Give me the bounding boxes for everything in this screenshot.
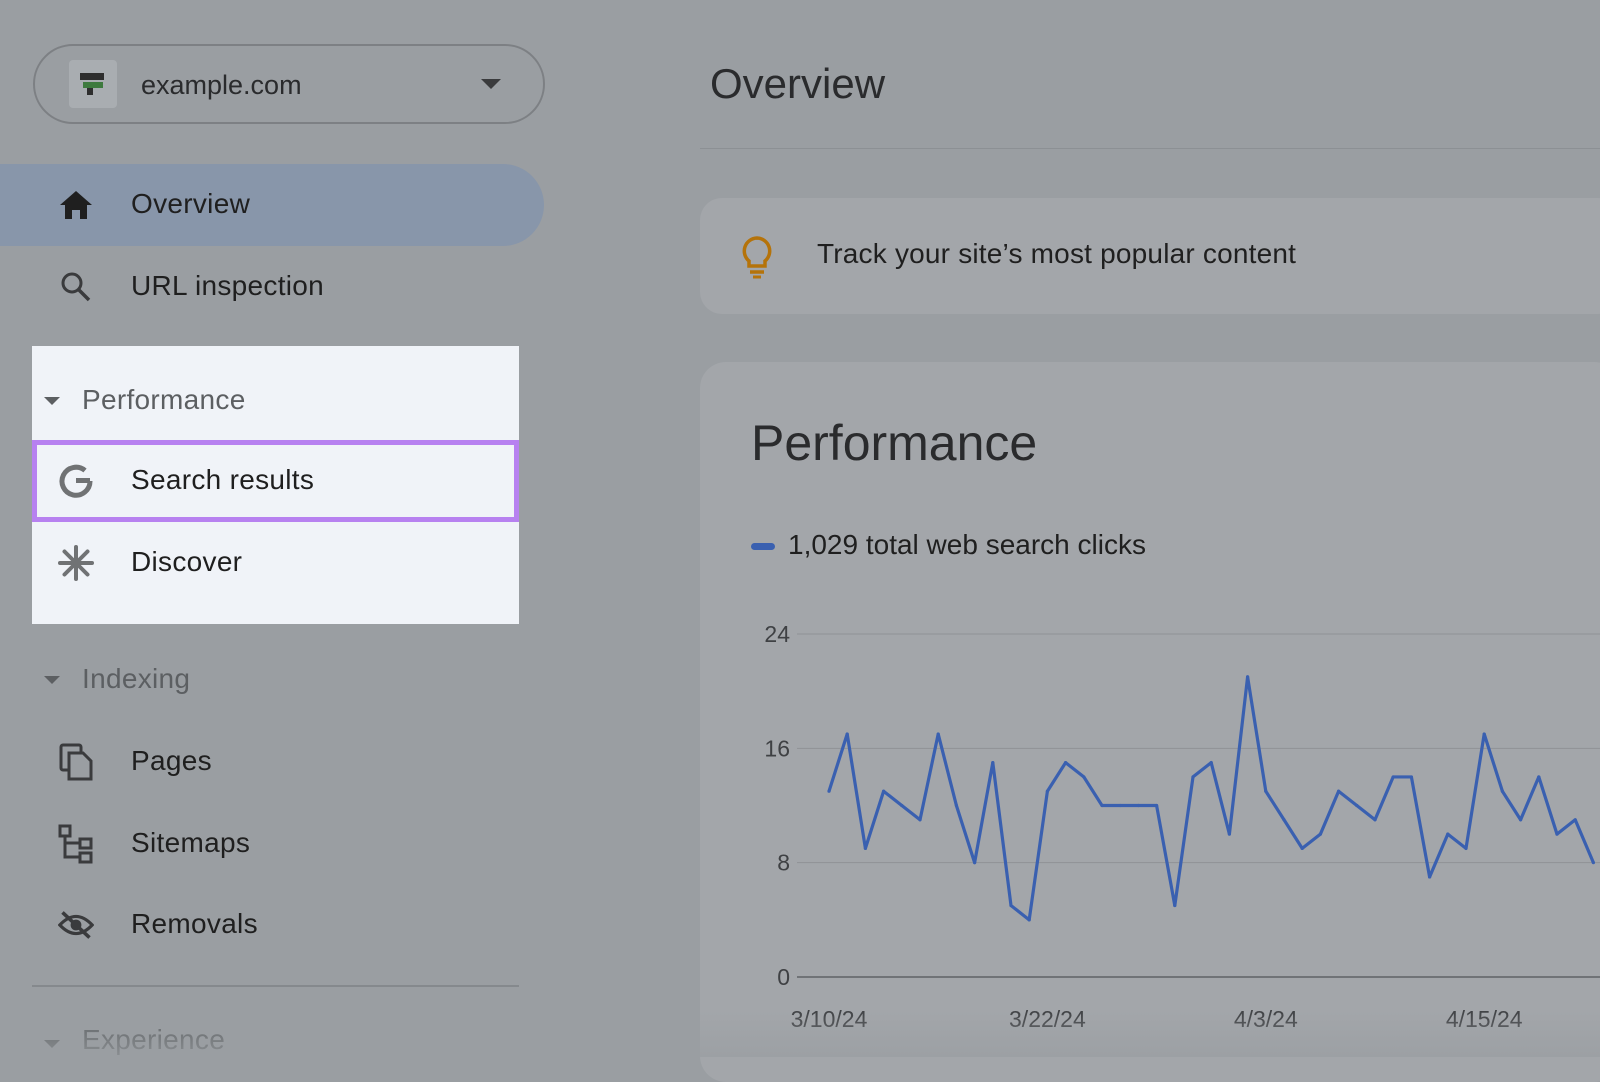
nav-item-search-results[interactable]: Search results (32, 440, 519, 522)
data-point[interactable] (1209, 761, 1213, 765)
data-point[interactable] (1482, 732, 1486, 736)
data-point[interactable] (991, 761, 995, 765)
data-point[interactable] (1246, 675, 1250, 679)
data-point[interactable] (1100, 803, 1104, 808)
section-header-performance[interactable]: Performance (82, 384, 246, 416)
nav-item-label: Removals (131, 908, 258, 939)
nav-item-label: Overview (131, 188, 251, 219)
data-point[interactable] (1064, 761, 1068, 765)
data-point[interactable] (1500, 789, 1504, 793)
lightbulb-icon (740, 235, 774, 284)
nav-item-overview[interactable]: Overview (0, 164, 544, 246)
series-line-clicks[interactable] (827, 675, 1595, 922)
home-icon (58, 187, 94, 223)
tip-text: Track your site’s most popular content (817, 238, 1297, 269)
y-tick-label: 8 (777, 850, 790, 876)
data-point[interactable] (936, 732, 940, 736)
data-point[interactable] (1136, 803, 1140, 808)
collapse-caret-icon[interactable] (44, 397, 60, 405)
nav-item-label: Sitemaps (131, 827, 251, 858)
data-point[interactable] (1337, 789, 1341, 793)
nav-item-pages[interactable]: Pages (0, 721, 544, 803)
collapse-caret-icon[interactable] (44, 1040, 60, 1048)
data-point[interactable] (1573, 818, 1577, 822)
nav-item-label: Discover (131, 546, 243, 577)
nav-item-label: Pages (131, 745, 212, 776)
data-point[interactable] (1264, 789, 1268, 793)
data-point[interactable] (1409, 775, 1413, 779)
section-header-experience[interactable]: Experience (82, 1024, 225, 1056)
data-point[interactable] (1282, 818, 1286, 822)
y-tick-label: 0 (777, 964, 790, 990)
header-divider (700, 148, 1600, 149)
performance-title: Performance (751, 415, 1038, 471)
y-tick-label: 24 (764, 621, 790, 647)
search-icon (58, 269, 94, 305)
data-point[interactable] (1555, 832, 1559, 836)
legend-swatch (751, 543, 775, 550)
nav-divider (32, 985, 519, 987)
data-point[interactable] (973, 861, 977, 865)
legend-label[interactable]: 1,029 total web search clicks (788, 529, 1146, 561)
nav-item-sitemaps[interactable]: Sitemaps (0, 803, 544, 885)
nav-item-url-inspection[interactable]: URL inspection (0, 246, 544, 328)
x-tick-label: 4/3/24 (1234, 1006, 1298, 1032)
google-g-icon (58, 463, 94, 499)
nav-item-label: URL inspection (131, 270, 325, 301)
data-point[interactable] (1391, 775, 1395, 779)
data-point[interactable] (1082, 775, 1086, 779)
data-point[interactable] (1355, 803, 1359, 808)
x-tick-label: 4/15/24 (1446, 1006, 1523, 1032)
data-point[interactable] (1591, 861, 1595, 865)
data-point[interactable] (954, 803, 958, 808)
nav-item-label: Search results (131, 464, 315, 495)
section-header-indexing[interactable]: Indexing (82, 663, 190, 695)
y-tick-label: 16 (764, 735, 790, 761)
x-tick-label: 3/10/24 (791, 1006, 868, 1032)
x-tick-label: 3/22/24 (1009, 1006, 1086, 1032)
data-point[interactable] (1009, 903, 1013, 908)
pages-icon (58, 743, 94, 781)
property-name: example.com (141, 70, 302, 100)
performance-chart: 24 16 8 03/10/24 3/22/24 4/3/24 4/15/24 (764, 621, 1600, 1032)
data-point[interactable] (1373, 818, 1377, 822)
data-point[interactable] (1318, 832, 1322, 836)
data-point[interactable] (900, 803, 904, 808)
data-point[interactable] (1537, 775, 1541, 779)
property-selector[interactable]: example.com (33, 44, 545, 124)
collapse-caret-icon[interactable] (44, 676, 60, 684)
page-title: Overview (710, 60, 886, 107)
data-point[interactable] (827, 789, 831, 793)
data-point[interactable] (918, 818, 922, 822)
nav-item-removals[interactable]: Removals (0, 884, 544, 966)
sitemaps-icon (58, 824, 94, 864)
data-point[interactable] (882, 789, 886, 793)
data-point[interactable] (1173, 903, 1177, 908)
data-point[interactable] (1519, 818, 1523, 822)
nav-item-discover[interactable]: Discover (32, 522, 519, 604)
data-point[interactable] (1191, 775, 1195, 779)
data-point[interactable] (1155, 803, 1159, 808)
data-point[interactable] (1227, 832, 1231, 836)
discover-asterisk-icon (58, 545, 94, 581)
data-point[interactable] (863, 846, 867, 850)
data-point[interactable] (1428, 875, 1432, 879)
performance-section: Performance Search results Discover (32, 346, 519, 624)
data-point[interactable] (1464, 846, 1468, 850)
data-point[interactable] (1446, 832, 1450, 836)
site-favicon-icon (69, 60, 117, 108)
removals-icon (58, 907, 94, 943)
data-point[interactable] (1118, 803, 1122, 808)
data-point[interactable] (1300, 846, 1304, 850)
dropdown-caret-icon[interactable] (481, 79, 501, 89)
data-point[interactable] (1045, 789, 1049, 793)
data-point[interactable] (845, 732, 849, 736)
data-point[interactable] (1027, 918, 1031, 922)
